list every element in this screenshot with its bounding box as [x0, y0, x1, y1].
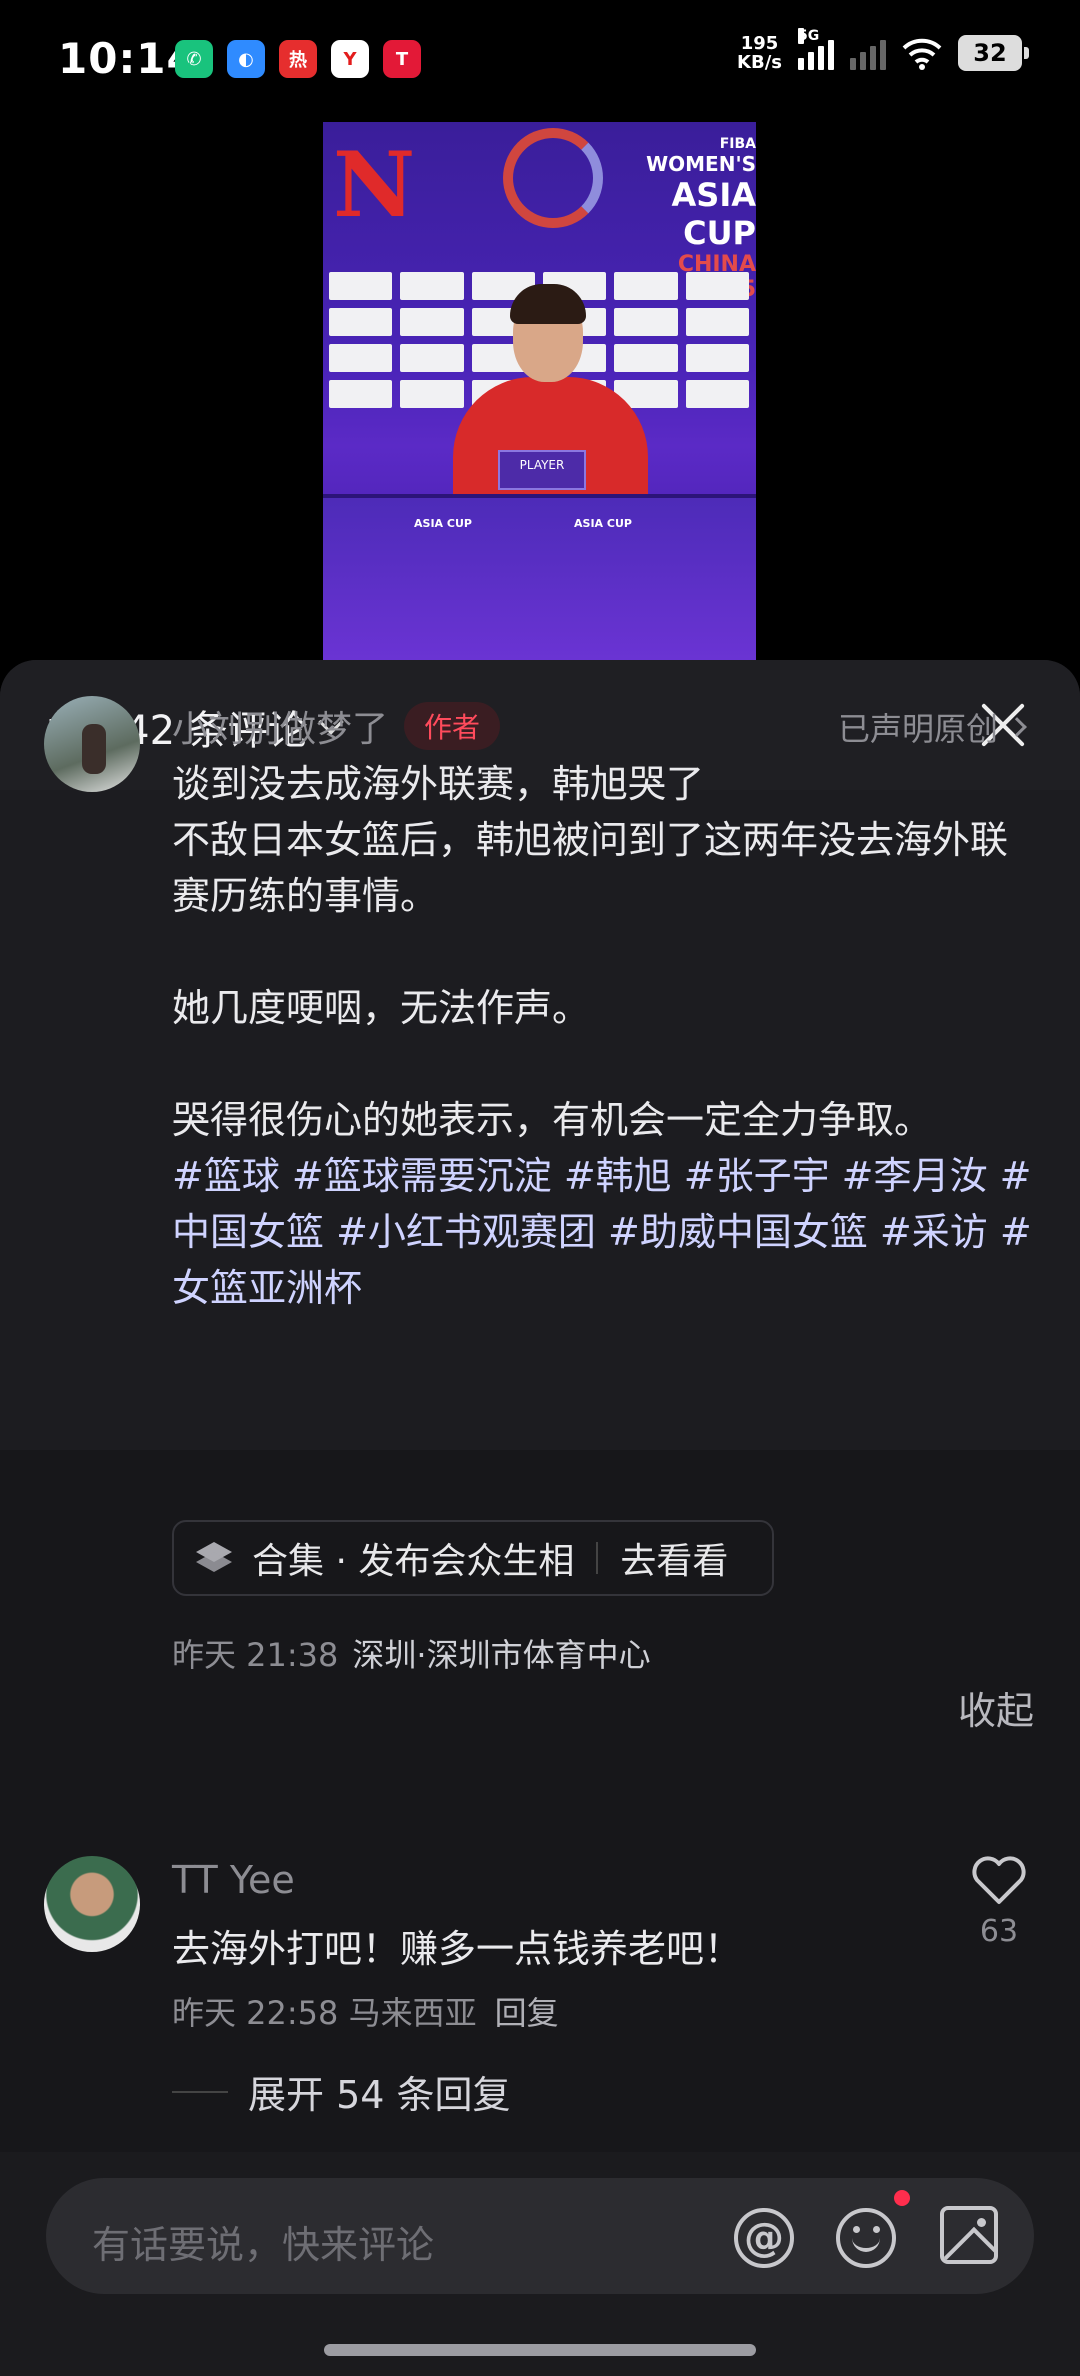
- image-icon[interactable]: [940, 2206, 998, 2264]
- post-tags[interactable]: #篮球 #篮球需要沉淀 #韩旭 #张子宇 #李月汝 #中国女篮 #小红书观赛团 …: [172, 1154, 1032, 1310]
- home-indicator[interactable]: [324, 2344, 756, 2356]
- chevron-right-icon: [1007, 717, 1027, 737]
- signal-strength-icon: 5G: [798, 28, 834, 70]
- battery-indicator: 32: [958, 35, 1029, 71]
- mention-icon[interactable]: @: [734, 2208, 794, 2268]
- comment-text: 去海外打吧！赚多一点钱养老吧！: [172, 1927, 743, 1971]
- video-app-icon: Y: [331, 40, 369, 78]
- status-bar: 10:14 ✆ ◐ 热 Y T 195 KB/s 5G 32: [0, 0, 1080, 120]
- layers-icon: [194, 1538, 234, 1578]
- like-button[interactable]: 63: [964, 1856, 1034, 1949]
- location-link[interactable]: 深圳·深圳市体育中心: [352, 1630, 650, 1676]
- sponsor-logo: N: [333, 132, 416, 238]
- heart-icon: [972, 1856, 1026, 1904]
- commenter-avatar[interactable]: [44, 1856, 140, 1952]
- collection-card[interactable]: 合集 · 发布会众生相 去看看: [172, 1520, 774, 1596]
- phone-app-icon: ✆: [175, 40, 213, 78]
- desk-logo-right: ASIA CUP: [574, 517, 632, 530]
- comment-input-placeholder[interactable]: 有话要说，快来评论: [92, 2214, 434, 2269]
- divider: [172, 2090, 228, 2093]
- divider: [596, 1542, 599, 1574]
- post-body: 谈到没去成海外联赛，韩旭哭了 不敌日本女篮后，韩旭被问到了这两年没去海外联赛历练…: [172, 762, 1032, 1310]
- emoji-icon[interactable]: [836, 2208, 896, 2268]
- wifi-icon: [902, 38, 942, 70]
- commenter-name[interactable]: TT Yee: [172, 1858, 295, 1902]
- player-nameplate: PLAYER: [498, 450, 586, 490]
- author-name[interactable]: 小刘别做梦了: [172, 700, 388, 752]
- author-badge: 作者: [404, 702, 501, 750]
- original-declaration-link[interactable]: 已声明原创: [838, 704, 1027, 750]
- author-avatar[interactable]: [44, 696, 140, 792]
- post-meta: 昨天 21:38 深圳·深圳市体育中心: [172, 1630, 651, 1676]
- collapse-button[interactable]: 收起: [958, 1680, 1034, 1735]
- tesla-app-icon: T: [383, 40, 421, 78]
- secondary-signal-icon: [850, 36, 886, 70]
- browser-app-icon: ◐: [227, 40, 265, 78]
- expand-replies-button[interactable]: 展开 54 条回复: [172, 2064, 511, 2119]
- like-count: 63: [979, 1914, 1019, 1949]
- notification-icons: ✆ ◐ 热 Y T: [175, 40, 421, 78]
- status-indicators: 195 KB/s 5G 32: [737, 28, 1029, 73]
- comment-meta: 昨天 22:58 马来西亚 回复: [172, 1988, 559, 2034]
- notification-dot: [894, 2190, 910, 2206]
- desk-logo-left: ASIA CUP: [414, 517, 472, 530]
- network-speed: 195 KB/s: [737, 33, 782, 73]
- reply-button[interactable]: 回复: [495, 1988, 559, 2034]
- asia-cup-emblem: [503, 128, 603, 228]
- video-player[interactable]: N FIBA WOMEN'S ASIA CUP CHINA 2025 PLAYE…: [323, 122, 756, 662]
- author-row: 小刘别做梦了 作者: [172, 700, 501, 752]
- comments-sheet: 共 542 条评论 小刘别做梦了 作者 已声明原创 谈到没去成海外联赛，韩旭哭了…: [0, 660, 1080, 2376]
- view-collection-button[interactable]: 去看看: [620, 1532, 728, 1584]
- news-app-icon: 热: [279, 40, 317, 78]
